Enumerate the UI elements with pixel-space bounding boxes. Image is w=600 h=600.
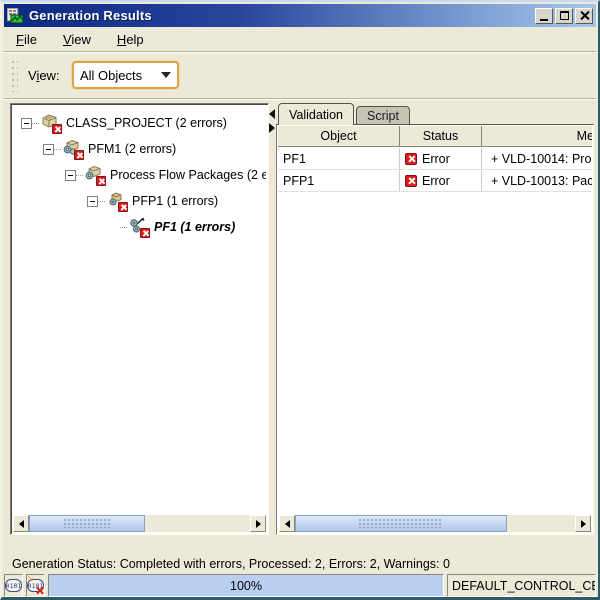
arrow-left-icon [284,519,290,528]
arrow-icon: ↘ [27,574,34,583]
generation-results-window: Generation Results File View Help View: … [0,0,600,600]
minimize-button[interactable] [535,7,553,24]
view-dropdown[interactable]: All Objects [72,61,179,89]
message-cell[interactable]: + VLD-10014: Proces [482,148,592,169]
message-cell[interactable]: + VLD-10013: Packa [482,170,592,191]
error-badge-icon [96,176,106,186]
tree-item-label: CLASS_PROJECT (2 errors) [66,116,227,130]
scrollbar-thumb[interactable] [29,515,145,532]
error-badge-icon [140,228,150,238]
window-title: Generation Results [29,8,152,23]
error-badge-icon [52,124,62,134]
toolbar: View: All Objects [4,53,596,98]
tree-item-pfm1[interactable]: PFM1 (2 errors) [43,136,176,162]
status-bar: 0101 0101 ↘ 100% DEFAULT_CONTROL_CENTER [4,573,596,597]
scroll-right-button[interactable] [250,515,266,532]
generation-error-cell[interactable]: 0101 ↘ [26,574,45,597]
process-flow-icon [127,217,150,238]
tab-validation[interactable]: Validation [278,103,354,125]
menu-help[interactable]: Help [115,30,146,49]
tree-item-label: PFP1 (1 errors) [132,194,219,208]
toolbar-separator [4,98,596,100]
arrow-right-icon [255,519,261,528]
control-center-cell: DEFAULT_CONTROL_CENTER [447,574,596,597]
view-label: View: [28,68,60,83]
error-badge-icon [74,150,84,160]
tree-item-pf1[interactable]: PF1 (1 errors) [109,214,235,240]
progress-value: 100% [230,578,262,593]
validation-table: Object Status Message PF1 Error + VLD-10… [276,124,594,535]
collapse-icon[interactable] [65,169,76,181]
table-horizontal-scrollbar[interactable] [279,515,591,532]
collapse-icon[interactable] [87,195,98,207]
tab-script[interactable]: Script [355,106,410,125]
minimize-icon [540,19,548,21]
collapse-icon[interactable] [21,117,32,129]
tree-panel: CLASS_PROJECT (2 errors) PFM1 (2 errors)… [10,103,269,535]
column-header-message[interactable]: Message [482,126,592,146]
app-icon [7,7,24,23]
results-detail-area: Validation Script Object Status Message … [276,103,594,535]
menu-bar: File View Help [6,29,594,50]
object-cell: PFP1 [278,170,400,191]
tree-item-label: PFM1 (2 errors) [88,142,177,156]
maximize-icon [559,11,569,20]
collapse-left-icon[interactable] [269,109,275,119]
status-cell: Error [400,148,482,169]
table-row[interactable]: PF1 Error + VLD-10014: Proces [278,148,592,170]
tree-item-label: Process Flow Packages (2 errors) [110,168,266,182]
object-cell: PF1 [278,148,400,169]
maximize-button[interactable] [555,7,573,24]
scroll-left-button[interactable] [13,515,29,532]
error-badge-icon [118,202,128,212]
column-header-status[interactable]: Status [400,126,482,146]
control-center-name: DEFAULT_CONTROL_CENTER [452,578,595,593]
tree-horizontal-scrollbar[interactable] [13,515,266,532]
chevron-down-icon [161,72,171,78]
close-button[interactable] [575,7,593,24]
tree-item-pfp1[interactable]: PFP1 (1 errors) [87,188,218,214]
title-bar[interactable]: Generation Results [4,4,596,27]
script-icon: 0101 [5,579,22,592]
panel-splitter[interactable] [269,103,276,535]
view-dropdown-value: All Objects [80,67,143,83]
tree-item-process-flow-packages[interactable]: Process Flow Packages (2 errors) [65,162,266,188]
tree-item-class-project[interactable]: CLASS_PROJECT (2 errors) [21,110,227,136]
generation-status-text: Generation Status: Completed with errors… [12,557,450,571]
toolbar-gripper[interactable] [11,60,18,92]
tree-item-label: PF1 (1 errors) [154,220,236,234]
packages-folder-icon [83,165,106,186]
script-status-cell[interactable]: 0101 [4,574,23,597]
status-cell: Error [400,170,482,191]
expand-right-icon[interactable] [269,123,275,133]
collapse-icon[interactable] [43,143,54,155]
arrow-right-icon [580,519,586,528]
menu-view[interactable]: View [61,30,93,49]
scroll-left-button[interactable] [279,515,295,532]
process-flow-module-icon [61,139,84,160]
project-icon [39,113,62,134]
tab-strip: Validation Script [278,103,410,125]
close-icon [580,11,589,20]
error-cross-icon [35,586,44,595]
error-badge-icon [405,174,417,187]
results-tree: CLASS_PROJECT (2 errors) PFM1 (2 errors)… [13,106,266,515]
scrollbar-thumb[interactable] [295,515,507,532]
column-header-object[interactable]: Object [278,126,400,146]
menu-file[interactable]: File [14,30,39,49]
table-row[interactable]: PFP1 Error + VLD-10013: Packa [278,170,592,192]
arrow-left-icon [18,519,24,528]
progress-bar: 100% [48,574,444,597]
table-header-row: Object Status Message [278,126,592,147]
error-badge-icon [405,152,417,165]
scroll-right-button[interactable] [575,515,591,532]
package-icon [105,191,128,212]
